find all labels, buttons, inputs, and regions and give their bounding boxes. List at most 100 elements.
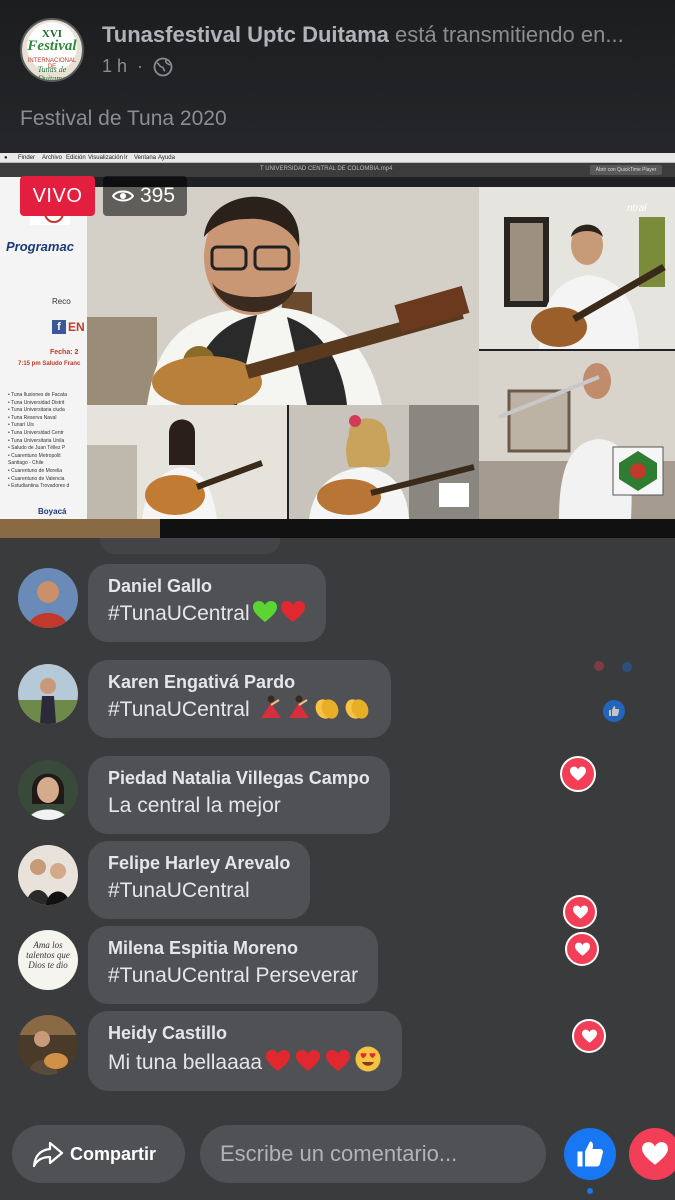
program-list-item: • Tunarí Uis <box>8 422 34 429</box>
comment-item: Ama los talentos que Dios te dio Milena … <box>18 926 379 1004</box>
red-heart-icon <box>280 601 305 622</box>
video-tile-guitarist: ntral <box>479 187 675 349</box>
share-button[interactable]: Compartir <box>12 1125 185 1183</box>
guitarist-2-figure <box>87 405 287 519</box>
comment-message: Mi tuna bellaaaa <box>108 1051 263 1074</box>
program-footer: Boyacá <box>38 507 67 516</box>
avatar-image <box>18 664 78 724</box>
like-reaction-button[interactable] <box>564 1128 616 1180</box>
program-list-item: • Cuarentuno de Valencia <box>8 475 65 482</box>
clapping-hands-icon <box>346 699 369 719</box>
floating-love-reaction <box>565 932 599 966</box>
post-header: XVI Festival INTERNACIONAL DE Tunas de D… <box>20 18 660 88</box>
video-tile-flutist <box>479 351 675 519</box>
post-timestamp[interactable]: 1 h <box>102 56 127 77</box>
comment-bubble: Piedad Natalia Villegas Campo La central… <box>88 756 390 834</box>
comment-text: #TunaUCentral <box>108 694 371 726</box>
comment-bubble: Milena Espitia Moreno #TunaUCentral Pers… <box>88 926 379 1004</box>
floating-love-reaction <box>594 661 604 671</box>
guitarist-3-figure <box>289 405 479 519</box>
globe-icon <box>153 57 173 76</box>
program-list-item: • Estudiantina Trovadores d <box>8 483 70 490</box>
comment-item: Heidy Castillo Mi tuna bellaaaa <box>18 1011 403 1091</box>
comment-bubble: Felipe Harley Arevalo #TunaUCentral <box>88 841 311 919</box>
avatar[interactable] <box>18 760 78 820</box>
green-heart-icon <box>252 601 277 622</box>
menu-item: Finder <box>18 155 36 161</box>
svg-text:ntral: ntral <box>627 203 647 214</box>
video-bottom-strip <box>0 519 675 538</box>
heart-icon <box>642 1142 668 1165</box>
comment-item: Felipe Harley Arevalo #TunaUCentral <box>18 841 311 919</box>
clapping-hands-icon <box>316 699 339 719</box>
eye-icon <box>112 190 134 202</box>
viewer-count: 395 <box>140 184 176 207</box>
love-reaction-button[interactable] <box>629 1128 675 1180</box>
heart-eyes-icon <box>355 1046 381 1072</box>
commenter-name[interactable]: Milena Espitia Moreno <box>108 936 358 960</box>
avatar-image <box>18 760 78 820</box>
program-list-item: • Cuarentuno Metropolit <box>8 452 61 459</box>
commenter-name[interactable]: Felipe Harley Arevalo <box>108 851 290 875</box>
program-list-item: • Tuna Reserva Naval <box>8 414 57 421</box>
commenter-name[interactable]: Piedad Natalia Villegas Campo <box>108 766 370 790</box>
video-tile-guitarist-2 <box>87 405 287 519</box>
program-list-item: • Tuna Universitaria ciuda <box>8 407 65 414</box>
page-avatar[interactable]: XVI Festival INTERNACIONAL DE Tunas de D… <box>20 18 84 82</box>
avatar[interactable] <box>18 845 78 905</box>
previous-comment-bubble <box>100 538 280 554</box>
commenter-name[interactable]: Daniel Gallo <box>108 574 306 598</box>
heart-icon <box>572 905 588 919</box>
share-arrow-icon <box>32 1141 64 1168</box>
live-badge: VIVO <box>20 176 95 216</box>
video-tile-guitarist-3 <box>289 405 479 519</box>
desktop-menu-bar: ● Finder Archivo Edición Visualización I… <box>0 153 675 163</box>
program-list-item: • Cuarentuno de Morelia <box>8 467 63 474</box>
menu-item: Ir <box>124 155 128 161</box>
program-list-item: Santiago - Chile <box>8 460 44 467</box>
avatar[interactable] <box>18 664 78 724</box>
flutist-figure <box>479 351 675 519</box>
heart-icon <box>581 1029 597 1043</box>
commenter-name[interactable]: Heidy Castillo <box>108 1021 382 1045</box>
comment-message: #TunaUCentral <box>108 879 250 902</box>
comment-bubble: Karen Engativá Pardo #TunaUCentral <box>88 660 392 738</box>
floating-like-reaction <box>603 700 625 722</box>
menu-item: Edición <box>66 155 86 161</box>
avatar[interactable]: Ama los talentos que Dios te dio <box>18 930 78 990</box>
page-name-link[interactable]: Tunasfestival Uptc Duitama <box>102 22 389 47</box>
avatar-logo-tagline: Tunas de Duitama <box>37 65 67 82</box>
comment-text: Mi tuna bellaaaa <box>108 1045 382 1079</box>
guitarist-figure: ntral <box>479 187 675 349</box>
commenter-name[interactable]: Karen Engativá Pardo <box>108 670 371 694</box>
program-list-item: • Tuna Universidad Centr <box>8 429 64 436</box>
program-list-item: • Tuna Universidad Distrit <box>8 399 65 406</box>
avatar-logo-title: Festival <box>27 38 77 54</box>
comment-item: Karen Engativá Pardo #TunaUCentral <box>18 660 392 738</box>
share-label: Compartir <box>70 1143 157 1164</box>
avatar-image <box>18 1015 78 1075</box>
red-heart-icon <box>296 1050 321 1071</box>
post-meta: 1 h · <box>102 56 173 77</box>
avatar[interactable] <box>18 568 78 628</box>
program-title: Programac <box>6 239 74 254</box>
poster-line: Tunasfestival Uptc Duitama está transmit… <box>102 22 667 48</box>
program-list-item: • Tuna Universitaria Unila <box>8 437 65 444</box>
live-video-player[interactable]: ● Finder Archivo Edición Visualización I… <box>0 153 675 538</box>
avatar[interactable] <box>18 1015 78 1075</box>
program-date: Fecha: 2 <box>50 349 79 356</box>
post-title: Festival de Tuna 2020 <box>20 107 227 130</box>
program-greeting: 7:15 pm Saludo Franc <box>18 361 81 367</box>
facebook-icon: f <box>52 320 66 334</box>
dancer-icon <box>261 695 282 718</box>
comment-item: Piedad Natalia Villegas Campo La central… <box>18 756 390 834</box>
dot-separator: · <box>137 56 144 76</box>
apple-icon: ● <box>4 155 8 161</box>
avatar-quote-text: Ama los talentos que Dios te dio <box>26 940 70 970</box>
comment-bubble: Heidy Castillo Mi tuna bellaaaa <box>88 1011 403 1091</box>
comment-message: #TunaUCentral <box>108 602 250 625</box>
red-heart-icon <box>266 1050 291 1071</box>
broadcast-action-text: está transmitiendo en... <box>395 22 624 47</box>
comment-input[interactable] <box>200 1125 546 1183</box>
thumbs-up-icon <box>609 706 620 716</box>
